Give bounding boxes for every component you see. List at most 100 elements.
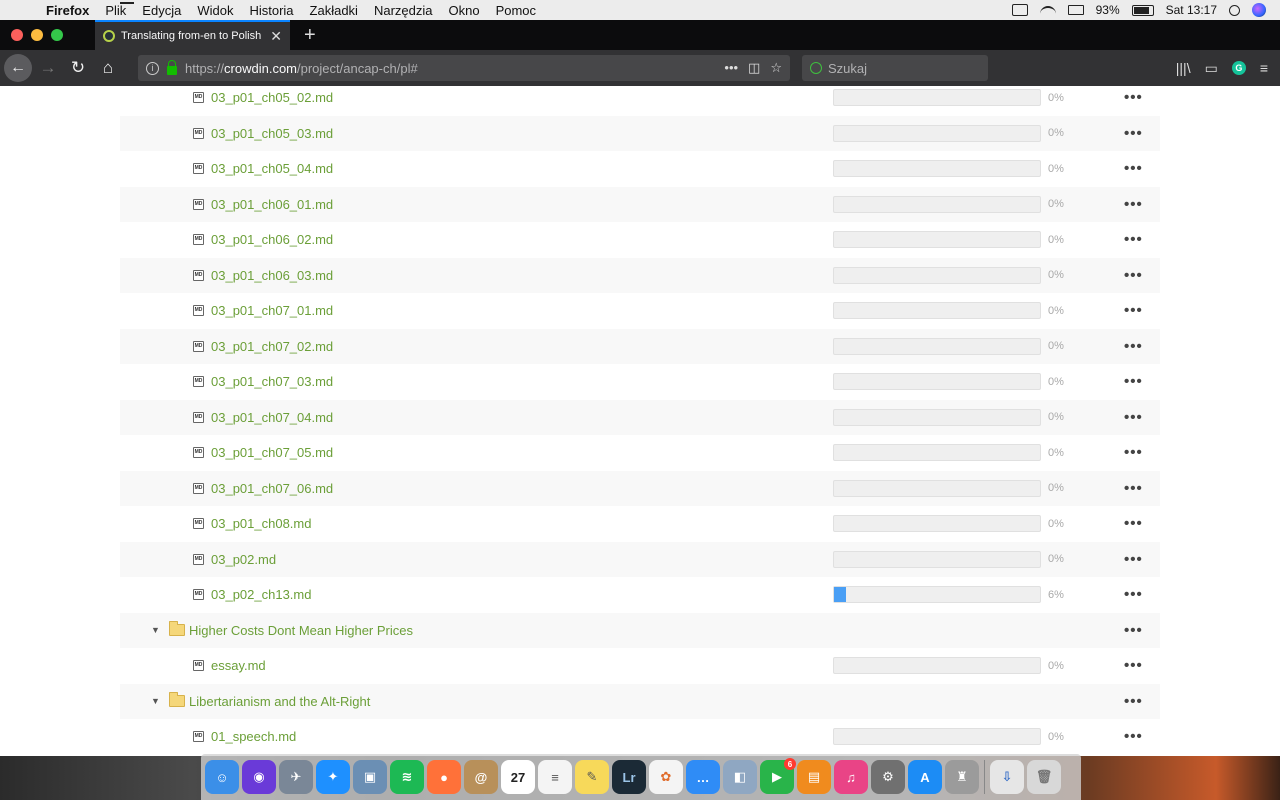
dock-downloads-icon[interactable]: ⇩ bbox=[990, 760, 1024, 794]
siri-icon[interactable] bbox=[1252, 3, 1266, 17]
file-name-link[interactable]: 03_p01_ch05_02.md bbox=[211, 90, 333, 105]
more-options-button[interactable]: ••• bbox=[1124, 657, 1143, 674]
file-row[interactable]: MD 03_p01_ch05_02.md 0% ••• bbox=[120, 86, 1160, 116]
file-name-link[interactable]: 03_p01_ch07_01.md bbox=[211, 303, 333, 318]
spotlight-icon[interactable] bbox=[1229, 4, 1240, 16]
minimize-window-button[interactable] bbox=[31, 29, 43, 41]
dock-automator-icon[interactable]: ♜ bbox=[945, 760, 979, 794]
url-text[interactable]: https://crowdin.com/project/ancap-ch/pl# bbox=[185, 61, 716, 76]
menu-historia[interactable]: Historia bbox=[241, 3, 301, 18]
more-options-button[interactable]: ••• bbox=[1124, 89, 1143, 106]
file-name-link[interactable]: 03_p01_ch07_06.md bbox=[211, 481, 333, 496]
dock-facetime-icon[interactable]: ▶ 6 bbox=[760, 758, 796, 794]
dock-reminders-icon[interactable]: ≡ bbox=[538, 760, 572, 794]
more-options-button[interactable]: ••• bbox=[1124, 728, 1143, 745]
dock-app-store-icon[interactable]: A bbox=[908, 760, 942, 794]
more-options-button[interactable]: ••• bbox=[1124, 373, 1143, 390]
dock-ibooks-icon[interactable]: ▤ bbox=[797, 760, 831, 794]
more-options-button[interactable]: ••• bbox=[1124, 302, 1143, 319]
dock-preview-icon[interactable]: ▣ bbox=[353, 760, 387, 794]
dock-launchpad-icon[interactable]: ✈ bbox=[279, 760, 313, 794]
file-row[interactable]: MD 01_speech.md 0% ••• bbox=[120, 719, 1160, 755]
airplay-icon[interactable] bbox=[1011, 4, 1028, 16]
menu-zakladki[interactable]: Zakładki bbox=[302, 3, 366, 18]
menu-narzedzia[interactable]: Narzędzia bbox=[366, 3, 441, 18]
folder-name[interactable]: Libertarianism and the Alt-Right bbox=[189, 694, 370, 709]
file-row[interactable]: MD 03_p02_ch13.md 6% ••• bbox=[120, 577, 1160, 613]
file-row[interactable]: MD 03_p02.md 0% ••• bbox=[120, 541, 1160, 577]
folder-row[interactable]: ▼ Libertarianism and the Alt-Right ••• bbox=[120, 683, 1160, 719]
expand-caret-icon[interactable]: ▼ bbox=[151, 696, 160, 706]
file-row[interactable]: MD 03_p01_ch07_06.md 0% ••• bbox=[120, 470, 1160, 506]
new-tab-button[interactable]: + bbox=[290, 24, 316, 47]
file-row[interactable]: MD 03_p01_ch05_04.md 0% ••• bbox=[120, 151, 1160, 187]
file-name-link[interactable]: 03_p01_ch06_02.md bbox=[211, 232, 333, 247]
more-options-button[interactable]: ••• bbox=[1124, 693, 1143, 710]
file-name-link[interactable]: 03_p01_ch07_05.md bbox=[211, 445, 333, 460]
menu-app-name[interactable]: Firefox bbox=[40, 3, 97, 18]
dock-messages-icon[interactable]: … bbox=[686, 760, 720, 794]
sidebar-icon[interactable]: ▭ bbox=[1205, 60, 1218, 77]
file-name-link[interactable]: 03_p01_ch06_03.md bbox=[211, 268, 333, 283]
file-row[interactable]: MD 03_p01_ch07_03.md 0% ••• bbox=[120, 364, 1160, 400]
grammarly-icon[interactable]: G bbox=[1231, 61, 1246, 75]
dock-notes-icon[interactable]: ✎ bbox=[575, 760, 609, 794]
file-name-link[interactable]: 03_p01_ch08.md bbox=[211, 516, 311, 531]
reload-button[interactable]: ↻ bbox=[64, 54, 92, 82]
more-options-button[interactable]: ••• bbox=[1124, 196, 1143, 213]
dock-calendar-icon[interactable]: 27 bbox=[501, 760, 535, 794]
more-options-button[interactable]: ••• bbox=[1124, 125, 1143, 142]
file-row[interactable]: MD 03_p01_ch07_02.md 0% ••• bbox=[120, 328, 1160, 364]
pocket-icon[interactable]: ◫ bbox=[748, 60, 760, 76]
close-tab-icon[interactable]: ✕ bbox=[270, 28, 282, 45]
display-icon[interactable] bbox=[1067, 5, 1084, 15]
clock[interactable]: Sat 13:17 bbox=[1166, 3, 1217, 17]
more-options-button[interactable]: ••• bbox=[1124, 160, 1143, 177]
dock-image-capture-icon[interactable]: ◧ bbox=[723, 760, 757, 794]
file-name-link[interactable]: 03_p01_ch05_04.md bbox=[211, 161, 333, 176]
file-row[interactable]: MD 03_p01_ch07_01.md 0% ••• bbox=[120, 293, 1160, 329]
tab-crowdin[interactable]: Translating from-en to Polish la ✕ bbox=[95, 20, 290, 50]
menu-plik[interactable]: Plik bbox=[97, 3, 134, 18]
fullscreen-window-button[interactable] bbox=[51, 29, 63, 41]
more-options-button[interactable]: ••• bbox=[1124, 480, 1143, 497]
file-row[interactable]: MD 03_p01_ch06_03.md 0% ••• bbox=[120, 257, 1160, 293]
more-options-button[interactable]: ••• bbox=[1124, 586, 1143, 603]
more-options-button[interactable]: ••• bbox=[1124, 231, 1143, 248]
dock-photos-icon[interactable]: ✿ bbox=[649, 760, 683, 794]
file-name-link[interactable]: essay.md bbox=[211, 658, 266, 673]
page-actions-icon[interactable]: ••• bbox=[724, 60, 738, 76]
file-name-link[interactable]: 03_p02.md bbox=[211, 552, 276, 567]
file-name-link[interactable]: 03_p02_ch13.md bbox=[211, 587, 311, 602]
file-row[interactable]: MD 03_p01_ch07_05.md 0% ••• bbox=[120, 435, 1160, 471]
back-button[interactable]: ← bbox=[4, 54, 32, 82]
more-options-button[interactable]: ••• bbox=[1124, 267, 1143, 284]
battery-icon[interactable] bbox=[1131, 4, 1154, 16]
wifi-icon[interactable] bbox=[1039, 5, 1056, 15]
file-name-link[interactable]: 03_p01_ch07_04.md bbox=[211, 410, 333, 425]
menu-icon[interactable]: ≡ bbox=[1260, 60, 1268, 76]
more-options-button[interactable]: ••• bbox=[1124, 622, 1143, 639]
dock-safari-icon[interactable]: ✦ bbox=[316, 760, 350, 794]
menu-widok[interactable]: Widok bbox=[189, 3, 241, 18]
file-row[interactable]: MD essay.md 0% ••• bbox=[120, 648, 1160, 684]
file-name-link[interactable]: 03_p01_ch07_02.md bbox=[211, 339, 333, 354]
url-bar[interactable]: i https://crowdin.com/project/ancap-ch/p… bbox=[138, 55, 790, 81]
search-bar[interactable]: Szukaj bbox=[802, 55, 988, 81]
dock-contacts-icon[interactable]: @ bbox=[464, 760, 498, 794]
menu-pomoc[interactable]: Pomoc bbox=[488, 3, 544, 18]
file-row[interactable]: MD 03_p01_ch08.md 0% ••• bbox=[120, 506, 1160, 542]
dock-itunes-icon[interactable]: ♫ bbox=[834, 760, 868, 794]
menu-edycja[interactable]: Edycja bbox=[134, 3, 189, 18]
file-name-link[interactable]: 03_p01_ch06_01.md bbox=[211, 197, 333, 212]
file-name-link[interactable]: 01_speech.md bbox=[211, 729, 296, 744]
file-row[interactable]: MD 03_p01_ch06_02.md 0% ••• bbox=[120, 222, 1160, 258]
file-row[interactable]: MD 03_p01_ch06_01.md 0% ••• bbox=[120, 186, 1160, 222]
file-row[interactable]: MD 03_p01_ch07_04.md 0% ••• bbox=[120, 399, 1160, 435]
library-icon[interactable]: |||\ bbox=[1176, 60, 1191, 76]
lock-icon[interactable] bbox=[167, 59, 177, 75]
forward-button[interactable]: → bbox=[34, 54, 62, 82]
dock-lightroom-icon[interactable]: Lr bbox=[612, 760, 646, 794]
folder-name[interactable]: Higher Costs Dont Mean Higher Prices bbox=[189, 623, 413, 638]
file-row[interactable]: MD 03_p01_ch05_03.md 0% ••• bbox=[120, 115, 1160, 151]
